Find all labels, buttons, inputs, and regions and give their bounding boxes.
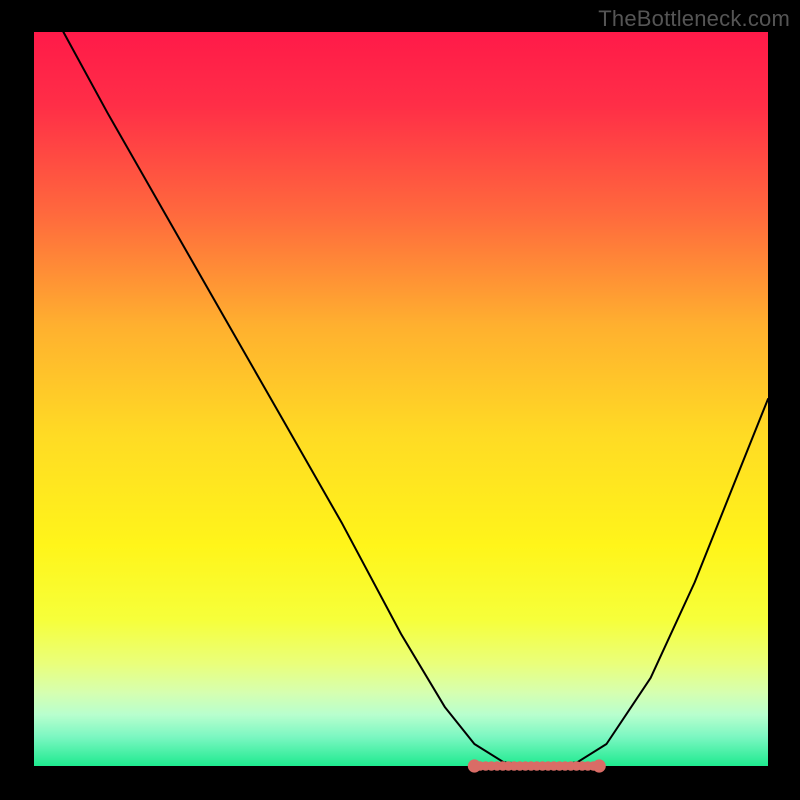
plot-background: [34, 32, 768, 766]
bottleneck-chart: [0, 0, 800, 800]
watermark-text: TheBottleneck.com: [598, 6, 790, 32]
chart-container: TheBottleneck.com: [0, 0, 800, 800]
